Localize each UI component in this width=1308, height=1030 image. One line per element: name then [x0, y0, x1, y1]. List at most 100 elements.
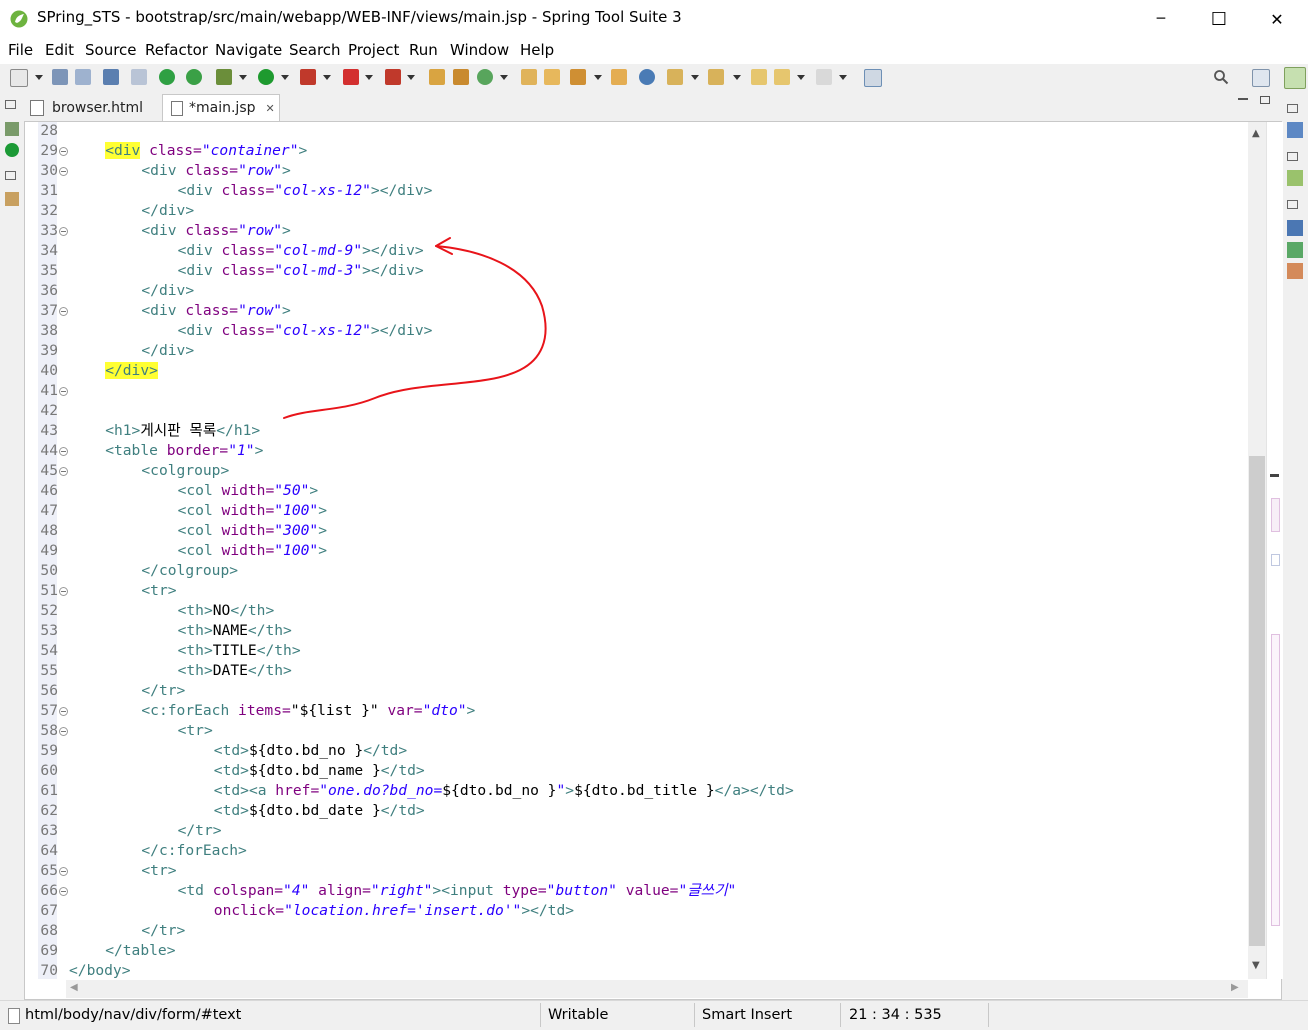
code-line[interactable]: 29 <div class="container">: [38, 141, 1238, 161]
deploy-icon[interactable]: [385, 69, 401, 85]
code-line[interactable]: 60 <td>${dto.bd_name }</td>: [38, 761, 1238, 781]
new-icon[interactable]: [10, 69, 28, 87]
new-spring-project-icon[interactable]: [477, 69, 493, 85]
menu-window[interactable]: Window: [450, 41, 509, 59]
scroll-up-icon[interactable]: ▲: [1252, 128, 1260, 139]
menu-refactor[interactable]: Refactor: [145, 41, 208, 59]
task-dropdown-icon[interactable]: [594, 75, 602, 80]
fold-toggle-icon[interactable]: [59, 447, 68, 456]
stop-icon[interactable]: [343, 69, 359, 85]
code-line[interactable]: 32 </div>: [38, 201, 1238, 221]
console-view-icon[interactable]: [1287, 220, 1303, 236]
previous-annotation-dropdown-icon[interactable]: [733, 75, 741, 80]
close-tab-icon[interactable]: ✕: [266, 102, 275, 115]
server-start-icon[interactable]: [159, 69, 175, 85]
menu-edit[interactable]: Edit: [45, 41, 74, 59]
code-line[interactable]: 42: [38, 401, 1238, 421]
fold-toggle-icon[interactable]: [59, 147, 68, 156]
restore-icon[interactable]: [5, 100, 16, 109]
menu-help[interactable]: Help: [520, 41, 554, 59]
problems-view-icon[interactable]: [1287, 242, 1303, 258]
scroll-right-icon[interactable]: ▶: [1231, 982, 1239, 993]
menu-file[interactable]: File: [8, 41, 33, 59]
open-perspective-icon[interactable]: [1252, 69, 1270, 87]
code-line[interactable]: 41: [38, 381, 1238, 401]
code-line[interactable]: 64 </c:forEach>: [38, 841, 1238, 861]
code-line[interactable]: 49 <col width="100">: [38, 541, 1238, 561]
code-line[interactable]: 58 <tr>: [38, 721, 1238, 741]
spring-perspective-icon[interactable]: [1284, 67, 1306, 89]
menu-run[interactable]: Run: [409, 41, 438, 59]
minimize-button[interactable]: ─: [1132, 0, 1190, 38]
fold-toggle-icon[interactable]: [59, 887, 68, 896]
code-line[interactable]: 53 <th>NAME</th>: [38, 621, 1238, 641]
code-line[interactable]: 37 <div class="row">: [38, 301, 1238, 321]
menu-navigate[interactable]: Navigate: [215, 41, 282, 59]
tab-main-jsp[interactable]: *main.jsp ✕: [162, 94, 280, 121]
code-line[interactable]: 54 <th>TITLE</th>: [38, 641, 1238, 661]
open-resource-icon[interactable]: [611, 69, 627, 85]
menu-search[interactable]: Search: [289, 41, 341, 59]
code-line[interactable]: 59 <td>${dto.bd_no }</td>: [38, 741, 1238, 761]
external-tools-icon[interactable]: [300, 69, 316, 85]
globe-icon[interactable]: [639, 69, 655, 85]
open-view-icon[interactable]: [864, 69, 882, 87]
fold-toggle-icon[interactable]: [59, 227, 68, 236]
fold-toggle-icon[interactable]: [59, 867, 68, 876]
code-line[interactable]: 52 <th>NO</th>: [38, 601, 1238, 621]
run-dropdown-icon[interactable]: [281, 75, 289, 80]
debug-icon[interactable]: [216, 69, 232, 85]
open-task-icon[interactable]: [570, 69, 586, 85]
tab-browser-html[interactable]: browser.html: [30, 94, 156, 121]
save-icon[interactable]: [52, 69, 68, 85]
spring-explorer-icon[interactable]: [1287, 170, 1303, 186]
code-line[interactable]: 43 <h1>게시판 목록</h1>: [38, 421, 1238, 441]
fold-toggle-icon[interactable]: [59, 307, 68, 316]
new-class-icon[interactable]: [453, 69, 469, 85]
outline-view-icon[interactable]: [1287, 122, 1303, 138]
search-icon[interactable]: [1213, 69, 1229, 85]
fold-toggle-icon[interactable]: [59, 707, 68, 716]
new-project-dropdown-icon[interactable]: [500, 75, 508, 80]
code-line[interactable]: 31 <div class="col-xs-12"></div>: [38, 181, 1238, 201]
code-line[interactable]: 39 </div>: [38, 341, 1238, 361]
new-package-icon[interactable]: [429, 69, 445, 85]
save-all-icon[interactable]: [75, 69, 91, 85]
code-line[interactable]: 69 </table>: [38, 941, 1238, 961]
skip-breakpoints-icon[interactable]: [131, 69, 147, 85]
forward-icon[interactable]: [816, 69, 832, 85]
minimize-editor-icon[interactable]: [1238, 98, 1248, 100]
next-annotation-dropdown-icon[interactable]: [691, 75, 699, 80]
code-line[interactable]: 38 <div class="col-xs-12"></div>: [38, 321, 1238, 341]
restore-icon-right[interactable]: [1287, 104, 1298, 113]
fold-toggle-icon[interactable]: [59, 387, 68, 396]
code-line[interactable]: 30 <div class="row">: [38, 161, 1238, 181]
code-line[interactable]: 62 <td>${dto.bd_date }</td>: [38, 801, 1238, 821]
code-line[interactable]: 57 <c:forEach items="${list }" var="dto">: [38, 701, 1238, 721]
external-tools-dropdown-icon[interactable]: [323, 75, 331, 80]
menu-source[interactable]: Source: [85, 41, 137, 59]
code-line[interactable]: 44 <table border="1">: [38, 441, 1238, 461]
code-line[interactable]: 51 <tr>: [38, 581, 1238, 601]
close-button[interactable]: ✕: [1248, 0, 1306, 38]
code-line[interactable]: 65 <tr>: [38, 861, 1238, 881]
code-line[interactable]: 36 </div>: [38, 281, 1238, 301]
scroll-left-icon[interactable]: ◀: [70, 982, 78, 993]
package-explorer-icon[interactable]: [5, 122, 19, 136]
maximize-editor-icon[interactable]: [1260, 96, 1270, 104]
code-line[interactable]: 34 <div class="col-md-9"></div>: [38, 241, 1238, 261]
restore-icon-right-2[interactable]: [1287, 152, 1298, 161]
deploy-dropdown-icon[interactable]: [407, 75, 415, 80]
new-dropdown-icon[interactable]: [35, 75, 43, 80]
open-type-icon[interactable]: [521, 69, 537, 85]
debug-dropdown-icon[interactable]: [239, 75, 247, 80]
maximize-button[interactable]: ☐: [1190, 0, 1248, 38]
code-line[interactable]: 50 </colgroup>: [38, 561, 1238, 581]
fold-toggle-icon[interactable]: [59, 167, 68, 176]
code-line[interactable]: 55 <th>DATE</th>: [38, 661, 1238, 681]
horizontal-scrollbar[interactable]: ◀ ▶: [66, 980, 1248, 998]
previous-annotation-icon[interactable]: [708, 69, 724, 85]
next-annotation-icon[interactable]: [667, 69, 683, 85]
back-dropdown-icon[interactable]: [797, 75, 805, 80]
servers-view-icon[interactable]: [5, 192, 19, 206]
